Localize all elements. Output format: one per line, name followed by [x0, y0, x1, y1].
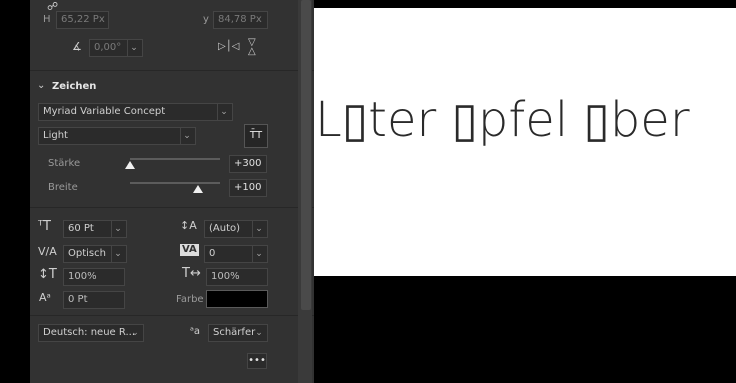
vertical-scale-icon: ↕T: [38, 267, 57, 282]
weight-slider-track[interactable]: [130, 158, 220, 160]
chevron-down-icon[interactable]: ⌄: [129, 325, 141, 341]
kerning-select[interactable]: Optisch ⌄: [63, 245, 127, 263]
h-label: H: [43, 14, 51, 25]
divider: [30, 315, 314, 316]
divider: [30, 70, 314, 71]
tracking-value: 0: [209, 248, 216, 259]
chevron-down-icon[interactable]: ⌄: [127, 40, 140, 56]
axis-label: Stärke: [48, 158, 81, 169]
baseline-shift-icon: Aᵃ: [39, 291, 51, 304]
panel-scrollbar-thumb[interactable]: [301, 0, 311, 310]
canvas-text-layer[interactable]: L▯ter ▯pfel ▯ber: [315, 92, 690, 148]
chevron-down-icon[interactable]: ⌄: [111, 221, 124, 237]
font-size-icon: ᵀT: [38, 219, 51, 234]
font-style-select[interactable]: Light ⌄: [38, 127, 196, 145]
baseline-shift-field[interactable]: 0 Pt: [63, 291, 125, 309]
angle-value: 0,00°: [94, 42, 122, 53]
axis-label: Breite: [48, 182, 78, 193]
leading-select[interactable]: (Auto) ⌄: [204, 220, 268, 238]
chevron-down-icon[interactable]: ⌄: [217, 104, 230, 120]
width-value-field[interactable]: +100: [229, 179, 267, 197]
font-size-select[interactable]: 60 Pt ⌄: [63, 220, 127, 238]
tracking-icon: VA: [180, 244, 199, 256]
properties-panel: ☍ H 65,22 Px y 84,78 Px ∡ 0,00° ⌄ ▷│◁ ▽ △…: [30, 0, 314, 383]
panel-edge: [0, 0, 30, 383]
section-title[interactable]: Zeichen: [52, 81, 96, 92]
kerning-value: Optisch: [68, 248, 106, 259]
width-slider-track[interactable]: [130, 182, 220, 184]
language-select[interactable]: Deutsch: neue R... ⌄: [38, 324, 144, 342]
font-family-value: Myriad Variable Concept: [43, 106, 166, 117]
kerning-icon: V/A: [38, 245, 57, 258]
width-slider-thumb[interactable]: [192, 185, 203, 193]
font-size-value: 60 Pt: [68, 223, 94, 234]
language-value: Deutsch: neue R...: [43, 327, 135, 338]
flip-vertical-icon[interactable]: ▽ △: [248, 38, 256, 57]
chevron-down-icon[interactable]: ⌄: [252, 246, 265, 262]
antialias-select[interactable]: Schärfer ⌄: [208, 324, 268, 342]
weight-value-field[interactable]: +300: [229, 155, 267, 173]
y-label: y: [203, 14, 209, 25]
angle-field[interactable]: 0,00° ⌄: [89, 39, 143, 57]
divider: [30, 207, 314, 208]
antialias-icon: ᵃa: [190, 326, 201, 337]
chevron-down-icon[interactable]: ⌄: [37, 79, 45, 93]
leading-icon: ↕A: [180, 219, 197, 232]
color-swatch[interactable]: [206, 290, 268, 308]
font-family-select[interactable]: Myriad Variable Concept ⌄: [38, 103, 233, 121]
chevron-down-icon[interactable]: ⌄: [111, 246, 124, 262]
antialias-value: Schärfer: [213, 327, 256, 338]
flip-horizontal-icon[interactable]: ▷│◁: [218, 40, 239, 54]
chevron-down-icon[interactable]: ⌄: [180, 128, 193, 144]
angle-icon: ∡: [72, 40, 82, 53]
font-style-value: Light: [43, 130, 68, 141]
horizontal-scale-field[interactable]: 100%: [206, 268, 268, 286]
variable-font-axes-button[interactable]: T̄T: [244, 124, 268, 148]
height-field[interactable]: 65,22 Px: [56, 11, 109, 29]
horizontal-scale-icon: T↔: [182, 266, 201, 281]
more-options-button[interactable]: •••: [247, 353, 267, 369]
chevron-down-icon[interactable]: ⌄: [253, 325, 265, 341]
vertical-scale-field[interactable]: 100%: [63, 268, 125, 286]
tracking-select[interactable]: 0 ⌄: [204, 245, 268, 263]
leading-value: (Auto): [209, 223, 241, 234]
weight-slider-thumb[interactable]: [125, 161, 135, 169]
chevron-down-icon[interactable]: ⌄: [252, 221, 265, 237]
y-field[interactable]: 84,78 Px: [213, 11, 268, 29]
color-label: Farbe: [176, 294, 204, 305]
